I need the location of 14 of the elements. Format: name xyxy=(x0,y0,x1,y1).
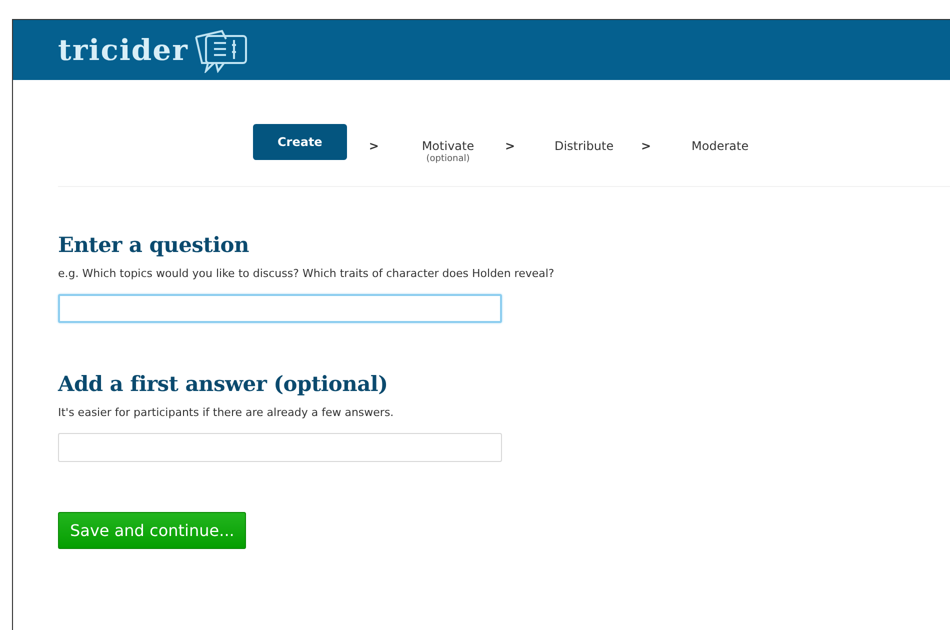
step-note: (optional) xyxy=(426,154,470,164)
step-tab[interactable]: Distribute xyxy=(554,135,614,157)
section-heading: Enter a question xyxy=(58,232,250,257)
step-separator: > xyxy=(640,138,652,153)
input-field[interactable] xyxy=(58,433,502,462)
logo-text: tricider xyxy=(58,33,188,67)
step-separator: > xyxy=(368,138,380,153)
input-field[interactable] xyxy=(58,294,502,323)
step-tab[interactable]: Create xyxy=(252,124,347,160)
section-heading: Add a first answer (optional) xyxy=(58,371,389,396)
hint-text: e.g. Which topics would you like to discuss? Which traits of character does Holden reveal? xyxy=(58,267,556,280)
step-separator: > xyxy=(504,138,516,153)
step-tab[interactable]: Moderate xyxy=(692,135,749,157)
hint-text: It's easier for participants if there are already a few answers. xyxy=(58,406,395,419)
